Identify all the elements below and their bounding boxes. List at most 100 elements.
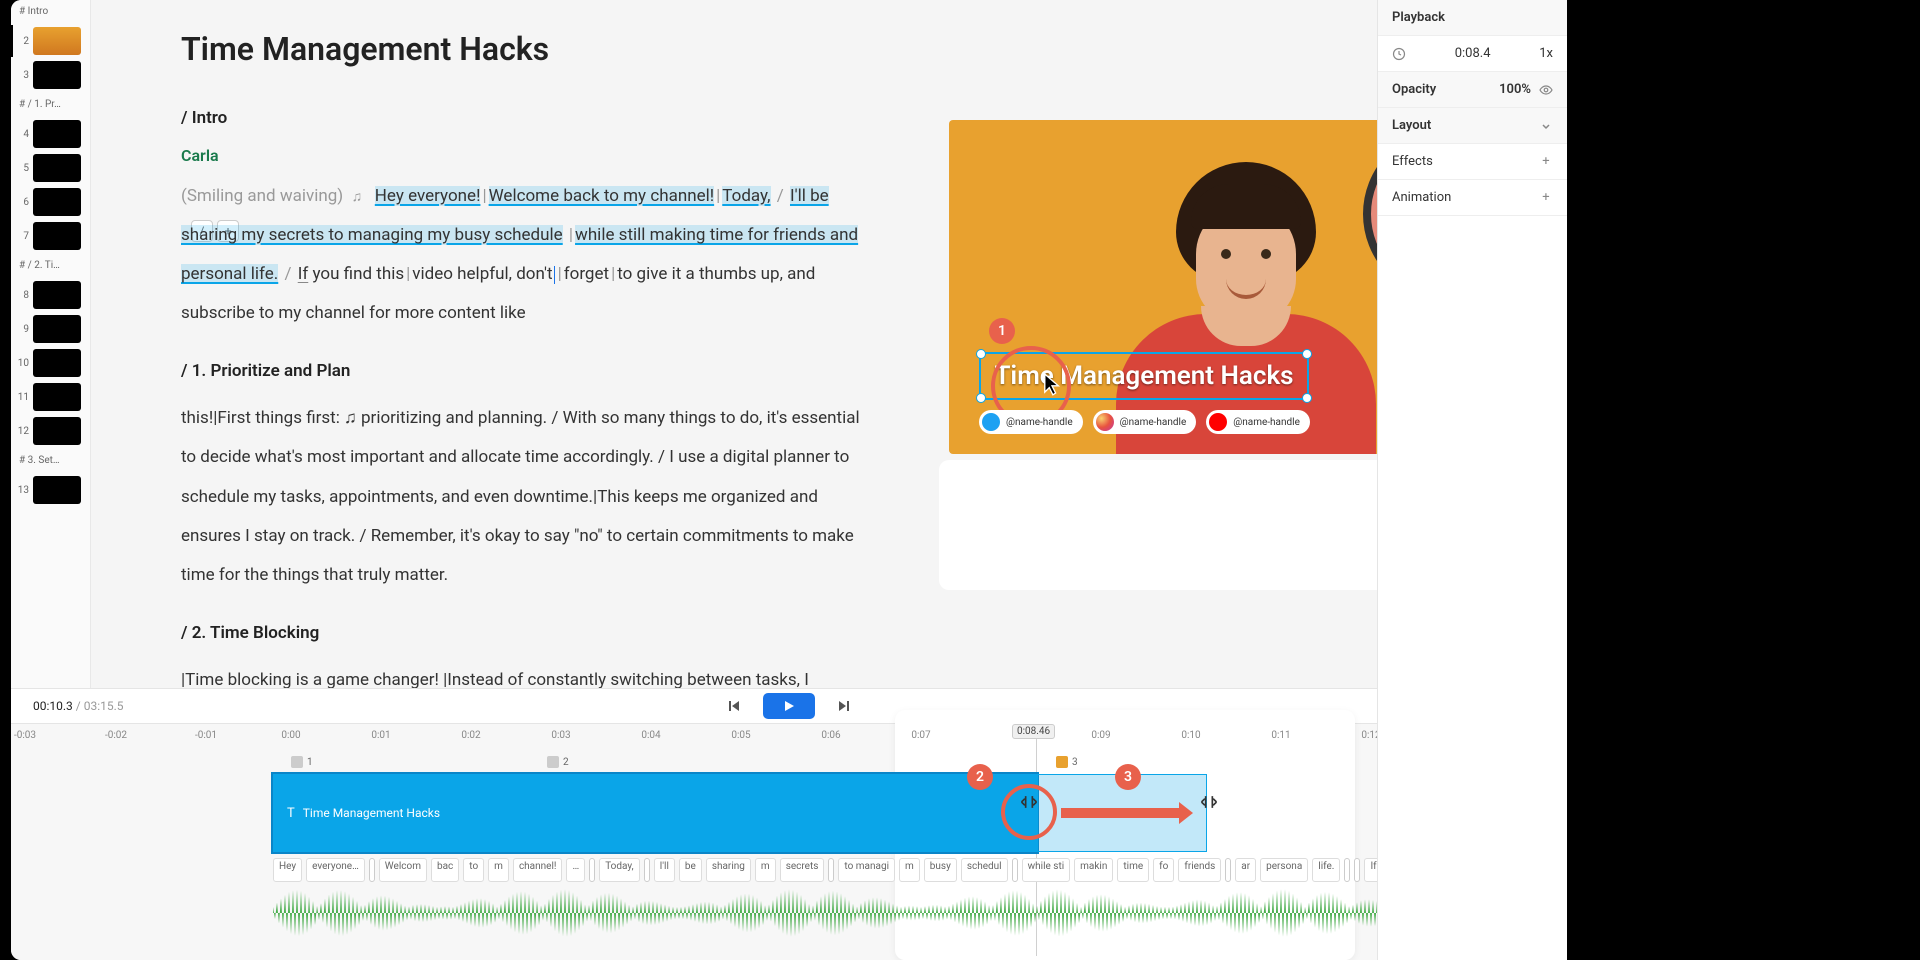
plus-icon[interactable]: + [1539, 155, 1553, 169]
twitter-icon [982, 413, 1000, 431]
word-token[interactable]: life. [1312, 858, 1340, 882]
word-token[interactable] [369, 858, 375, 882]
ruler-tick: 0:00 [281, 730, 300, 741]
word-token[interactable]: … [566, 858, 585, 882]
text-cursor [554, 266, 555, 284]
script-intro-paragraph[interactable]: (Smiling and waiving) ♫ Hey everyone!|We… [181, 177, 871, 333]
scene-thumb-12[interactable]: 12 [11, 415, 90, 447]
word-token[interactable]: while sti [1022, 858, 1071, 882]
word-token[interactable] [589, 858, 595, 882]
word-token[interactable]: to managi [838, 858, 895, 882]
ruler-tick: 0:01 [371, 730, 390, 741]
section-intro-label: / Intro [181, 108, 871, 128]
word-token[interactable] [1012, 858, 1018, 882]
playback-time-row[interactable]: 0:08.4 1x [1378, 36, 1567, 72]
word-token[interactable] [1354, 858, 1360, 882]
word-token[interactable]: friends [1178, 858, 1221, 882]
scene-rail: # Intro 2 3 # / 1. Pr… 4 5 6 7 # / 2. Ti… [11, 0, 91, 700]
ruler-tick: 0:02 [461, 730, 480, 741]
scene-group-1[interactable]: # / 1. Pr… [11, 93, 90, 116]
trim-handle-end[interactable] [1199, 790, 1219, 814]
ruler-tick: -0:02 [105, 730, 127, 741]
annotation-1: 1 [989, 318, 1015, 344]
word-token[interactable]: everyone… [306, 858, 365, 882]
word-token[interactable]: fo [1153, 858, 1174, 882]
social-youtube[interactable]: @name-handle [1206, 410, 1310, 434]
ruler-tick: 0:11 [1271, 730, 1290, 741]
effects-row[interactable]: Effects + [1378, 144, 1567, 180]
waveform-track[interactable] [273, 886, 1553, 940]
play-button[interactable] [763, 693, 815, 719]
word-token[interactable]: ar [1235, 858, 1256, 882]
timeline[interactable]: -0:03-0:02-0:010:000:010:020:030:040:050… [11, 724, 1567, 960]
word-token[interactable]: channel! [513, 858, 563, 882]
opacity-row[interactable]: Opacity 100% [1378, 72, 1567, 108]
social-instagram[interactable]: @name-handle [1093, 410, 1197, 434]
scene-thumb-4[interactable]: 4 [11, 118, 90, 150]
word-token[interactable]: time [1117, 858, 1149, 882]
word-token[interactable]: I'll [654, 858, 675, 882]
word-token[interactable]: sharing [706, 858, 751, 882]
chevron-down-icon [1539, 119, 1553, 133]
resize-handle-tr[interactable] [1302, 349, 1312, 359]
resize-handle-bl[interactable] [976, 393, 986, 403]
plus-icon[interactable]: + [1539, 191, 1553, 205]
scene-thumb-11[interactable]: 11 [11, 381, 90, 413]
ruler-tick: 0:09 [1091, 730, 1110, 741]
word-token[interactable]: busy [924, 858, 957, 882]
scene-group-2[interactable]: # / 2. Ti… [11, 254, 90, 277]
section-1-label: / 1. Prioritize and Plan [181, 361, 871, 381]
word-token[interactable]: persona [1260, 858, 1308, 882]
ruler-tick: 0:05 [731, 730, 750, 741]
word-token[interactable]: Welcom [379, 858, 427, 882]
scene-thumb-7[interactable]: 7 [11, 220, 90, 252]
prev-button[interactable] [719, 694, 749, 718]
timeline-scene-label[interactable]: 3 [1056, 756, 1078, 768]
scene-thumb-8[interactable]: 8 [11, 279, 90, 311]
timeline-scene-label[interactable]: 1 [291, 756, 313, 768]
word-token[interactable]: to [463, 858, 484, 882]
scene-thumb-3[interactable]: 3 [11, 59, 90, 91]
social-twitter[interactable]: @name-handle [979, 410, 1083, 434]
app-root: # Intro 2 3 # / 1. Pr… 4 5 6 7 # / 2. Ti… [11, 0, 1567, 960]
resize-handle-br[interactable] [1302, 393, 1312, 403]
trim-handle-start[interactable] [1019, 790, 1039, 814]
word-token[interactable]: secrets [780, 858, 825, 882]
word-token[interactable] [644, 858, 650, 882]
word-token[interactable] [1225, 858, 1231, 882]
word-token[interactable] [828, 858, 834, 882]
word-token[interactable]: Today, [599, 858, 639, 882]
scene-thumb-2[interactable]: 2 [11, 25, 90, 57]
timeline-scene-label[interactable]: 2 [547, 756, 569, 768]
section-1-body[interactable]: this!|First things first: ♫ prioritizing… [181, 399, 871, 594]
time-ruler[interactable]: -0:03-0:02-0:010:000:010:020:030:040:050… [11, 724, 1567, 752]
scene-group-3[interactable]: # 3. Set… [11, 449, 90, 472]
word-token[interactable]: m [899, 858, 920, 882]
stage-direction: (Smiling and waiving) [181, 186, 343, 206]
scene-thumb-10[interactable]: 10 [11, 347, 90, 379]
word-token[interactable]: m [488, 858, 509, 882]
word-token[interactable]: Hey [273, 858, 302, 882]
ruler-tick: -0:01 [195, 730, 217, 741]
word-token[interactable]: bac [431, 858, 459, 882]
scene-thumb-9[interactable]: 9 [11, 313, 90, 345]
word-token[interactable] [1344, 858, 1350, 882]
animation-row[interactable]: Animation + [1378, 180, 1567, 216]
word-token[interactable]: be [679, 858, 702, 882]
scene-thumb-13[interactable]: 13 [11, 474, 90, 506]
layout-row[interactable]: Layout [1378, 108, 1567, 144]
scene-group-intro[interactable]: # Intro [11, 0, 90, 23]
word-token[interactable]: schedul [961, 858, 1008, 882]
next-button[interactable] [829, 694, 859, 718]
title-clip[interactable]: T Time Management Hacks [273, 774, 1037, 852]
word-track[interactable]: Heyeveryone…Welcombactomchannel!…Today,I… [273, 858, 1567, 882]
visibility-icon[interactable] [1539, 83, 1553, 97]
scene-thumb-6[interactable]: 6 [11, 186, 90, 218]
resize-handle-tl[interactable] [976, 349, 986, 359]
music-icon: ♫ [352, 189, 363, 205]
script-panel[interactable]: Time Management Hacks / Intro Carla / + … [91, 0, 931, 700]
word-token[interactable]: makin [1074, 858, 1113, 882]
speaker-name: Carla [181, 146, 871, 165]
scene-thumb-5[interactable]: 5 [11, 152, 90, 184]
word-token[interactable]: m [755, 858, 776, 882]
